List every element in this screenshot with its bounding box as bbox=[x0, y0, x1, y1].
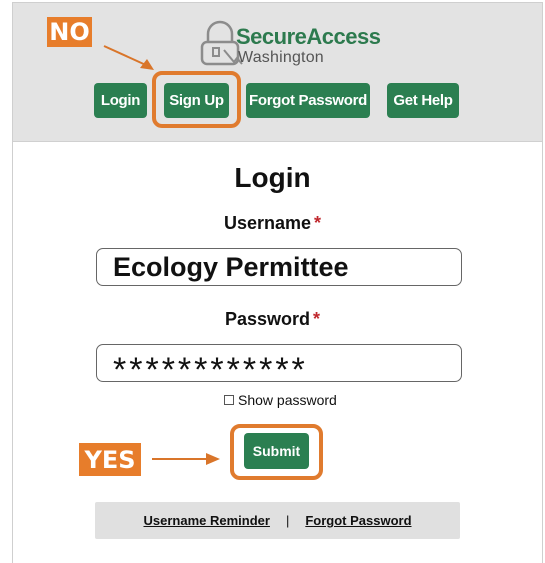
login-title: Login bbox=[234, 162, 311, 193]
required-marker: * bbox=[314, 213, 322, 233]
login-nav-button[interactable]: Login bbox=[94, 83, 147, 118]
yes-annotation-arrow-icon bbox=[152, 453, 220, 465]
password-label: Password * bbox=[0, 309, 545, 330]
no-annotation-arrow-icon bbox=[103, 45, 154, 70]
signup-nav-button[interactable]: Sign Up bbox=[164, 83, 229, 118]
show-password-row[interactable]: Show password bbox=[224, 392, 337, 408]
password-value: ************ bbox=[113, 350, 308, 389]
submit-button[interactable]: Submit bbox=[244, 433, 309, 469]
footer-links-bar: Username Reminder | Forgot Password bbox=[95, 502, 460, 539]
logo-subtitle: Washington bbox=[238, 49, 324, 66]
username-field[interactable]: Ecology Permittee bbox=[96, 248, 462, 286]
password-label-text: Password bbox=[224, 309, 311, 329]
required-marker: * bbox=[313, 309, 321, 329]
footer-separator: | bbox=[285, 513, 290, 528]
forgot-password-link[interactable]: Forgot Password bbox=[305, 513, 411, 528]
username-label-text: Username bbox=[223, 213, 312, 233]
username-label: Username * bbox=[0, 213, 545, 234]
logo-title: SecureAccess bbox=[236, 24, 381, 49]
show-password-label: Show password bbox=[238, 392, 337, 408]
password-field[interactable]: ************ bbox=[96, 344, 462, 389]
no-annotation-label: NO bbox=[47, 17, 92, 47]
yes-annotation-label: YES bbox=[79, 443, 141, 476]
username-reminder-link[interactable]: Username Reminder bbox=[143, 513, 269, 528]
get-help-nav-button[interactable]: Get Help bbox=[387, 83, 459, 118]
show-password-checkbox[interactable] bbox=[224, 395, 234, 405]
username-value: Ecology Permittee bbox=[113, 251, 349, 282]
forgot-password-nav-button[interactable]: Forgot Password bbox=[246, 83, 370, 118]
